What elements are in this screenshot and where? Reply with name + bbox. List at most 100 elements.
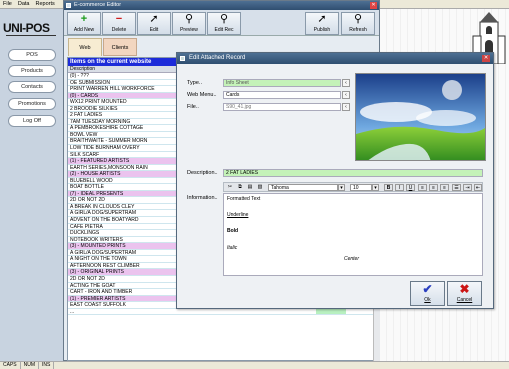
file-field[interactable]: S90_41.jpg (223, 103, 341, 111)
left-sidebar: UNI-POS POS Products Contacts Promotions… (0, 9, 63, 361)
products-button[interactable]: Products (8, 65, 56, 77)
italic-button[interactable]: I (395, 184, 404, 191)
file-lookup-button[interactable]: ‹ (342, 103, 350, 111)
item-description: ADVENT ON THE BOATYARD (70, 217, 139, 224)
item-description: 2 BROODIE SILKIES (70, 105, 118, 112)
item-description: A GIRL/A DOG/SUPERTRAM (70, 210, 137, 217)
item-description: AFTERNOON REST CLIMBER (70, 262, 140, 269)
publish-pointer-icon: ➚ (317, 13, 327, 25)
list-item[interactable]: ... (68, 308, 374, 316)
item-description: ... (70, 308, 75, 315)
editor-line-bold: Bold (227, 228, 239, 234)
ok-button[interactable]: ✔ Ok (410, 281, 445, 306)
item-description: (0) - CARDS (70, 92, 99, 99)
item-description: (2) - HOUSE ARTISTS (70, 171, 121, 178)
add-icon: + (80, 13, 88, 25)
edit-attached-record-dialog: Edit Attached Record ✕ Type.. Info Sheet… (176, 52, 494, 309)
item-description: 7AM TUESDAY MORNING (70, 118, 131, 125)
item-description: NOTEBOOK WRITERS (70, 236, 123, 243)
add-new-button[interactable]: + Add New (67, 12, 101, 35)
size-select[interactable]: 10 (350, 184, 372, 191)
web-menu-lookup-button[interactable]: ‹ (342, 91, 350, 99)
item-description: (7) - IDEAL PRESENTS (70, 190, 124, 197)
publish-button[interactable]: ➚ Publish (305, 12, 339, 35)
item-description: EARTH SERIES,MONSOON RAIN (70, 164, 148, 171)
item-description: 2 FAT LADIES (70, 112, 103, 119)
status-num: NUM (21, 362, 40, 369)
menu-data[interactable]: Data (15, 0, 33, 9)
tab-clients[interactable]: Clients (103, 38, 137, 56)
delete-icon: − (115, 13, 123, 25)
item-code (316, 308, 346, 315)
description-field[interactable]: 2 FAT LADIES (223, 169, 483, 177)
editor-toolbar: + Add New − Delete ➚ Edit ⚲ Preview ⚲ Edit Re… (64, 10, 379, 36)
window-icon (66, 3, 71, 8)
web-menu-field[interactable]: Cards (223, 91, 341, 99)
item-description: (0) - ??? (70, 73, 89, 79)
edit-record-icon: ⚲ (219, 13, 229, 25)
item-description: CART - IRON AND TIMBER (70, 289, 133, 296)
log-off-button[interactable]: Log Off (8, 115, 56, 127)
preview-button[interactable]: ⚲ Preview (172, 12, 206, 35)
editor-line-formatted: Formatted Text (227, 196, 261, 202)
editor-title: E-commerce Editor (74, 2, 122, 8)
item-description: A PEMBROKESHIRE COTTAGE (70, 125, 144, 132)
tab-web[interactable]: Web (68, 38, 102, 56)
cancel-button[interactable]: ✖ Cancel (447, 281, 482, 306)
status-caps: CAPS (0, 362, 21, 369)
contacts-button[interactable]: Contacts (8, 81, 56, 93)
web-menu-label: Web Menu.. (187, 92, 217, 98)
edit-pointer-icon: ➚ (149, 13, 159, 25)
item-description: OE SUBMISSION (70, 79, 111, 86)
copy-icon[interactable]: ⧉ (236, 184, 244, 191)
app-logo: UNI-POS (3, 21, 56, 36)
close-icon[interactable]: ✕ (370, 2, 377, 9)
editor-title-bar: E-commerce Editor ✕ (64, 1, 379, 10)
item-description: BRAITHWAITE - SUMMER MORN (70, 138, 148, 145)
image-icon[interactable]: ▧ (256, 184, 264, 191)
item-description: ACTING THE GOAT (70, 282, 116, 289)
file-label: File.. (187, 104, 199, 110)
dialog-title-bar: Edit Attached Record ✕ (177, 53, 493, 64)
item-description: (3) - ORIGINAL PRINTS (70, 269, 124, 276)
refresh-icon: ⚲ (353, 13, 363, 25)
item-description: A BREAK IN CLOUDS CLEY (70, 203, 135, 210)
menu-reports[interactable]: Reports (33, 0, 58, 9)
column-description[interactable]: Description (70, 66, 95, 72)
promotions-button[interactable]: Promotions (8, 98, 56, 110)
font-select[interactable]: Tahoma (268, 184, 338, 191)
item-description: A NIGHT ON THE TOWN (70, 256, 127, 263)
indent-icon[interactable]: ⇥ (463, 184, 472, 191)
underline-button[interactable]: U (406, 184, 415, 191)
align-left-icon[interactable]: ≡ (418, 184, 427, 191)
checkmark-icon: ✔ (422, 282, 433, 296)
refresh-button[interactable]: ⚲ Refresh (341, 12, 375, 35)
information-editor[interactable]: Formatted Text Underline Bold Italic Cen… (223, 193, 483, 276)
font-dropdown-icon[interactable]: ▾ (338, 184, 345, 191)
description-label: Description.. (187, 170, 218, 176)
size-dropdown-icon[interactable]: ▾ (372, 184, 379, 191)
edit-rec-button[interactable]: ⚲ Edit Rec (207, 12, 241, 35)
align-center-icon[interactable]: ≡ (429, 184, 438, 191)
editor-line-italic: Italic (227, 245, 238, 251)
rich-text-toolbar: ✂ ⧉ ▤ ▧ Tahoma ▾ 10 ▾ B I U ≡ ≡ ≡ ☰ ⇥ ⇤ (223, 182, 483, 192)
type-field[interactable]: Info Sheet (223, 79, 341, 87)
item-description: BLUEBELL WOOD (70, 177, 113, 184)
preview-magnifier-icon: ⚲ (184, 13, 194, 25)
outdent-icon[interactable]: ⇤ (474, 184, 482, 191)
align-right-icon[interactable]: ≡ (440, 184, 449, 191)
type-lookup-button[interactable]: ‹ (342, 79, 350, 87)
item-description: (1) - PREMIER ARTISTS (70, 295, 126, 302)
paste-icon[interactable]: ▤ (246, 184, 254, 191)
bullet-list-icon[interactable]: ☰ (452, 184, 461, 191)
editor-line-underline: Underline (227, 212, 249, 218)
cut-icon[interactable]: ✂ (226, 184, 234, 191)
delete-button[interactable]: − Delete (102, 12, 136, 35)
dialog-close-icon[interactable]: ✕ (482, 55, 490, 62)
menu-file[interactable]: File (0, 0, 15, 9)
item-description: 2D OR NOT 2D (70, 275, 105, 282)
dialog-title: Edit Attached Record (189, 55, 246, 61)
edit-button[interactable]: ➚ Edit (137, 12, 171, 35)
bold-button[interactable]: B (384, 184, 393, 191)
pos-button[interactable]: POS (8, 49, 56, 61)
